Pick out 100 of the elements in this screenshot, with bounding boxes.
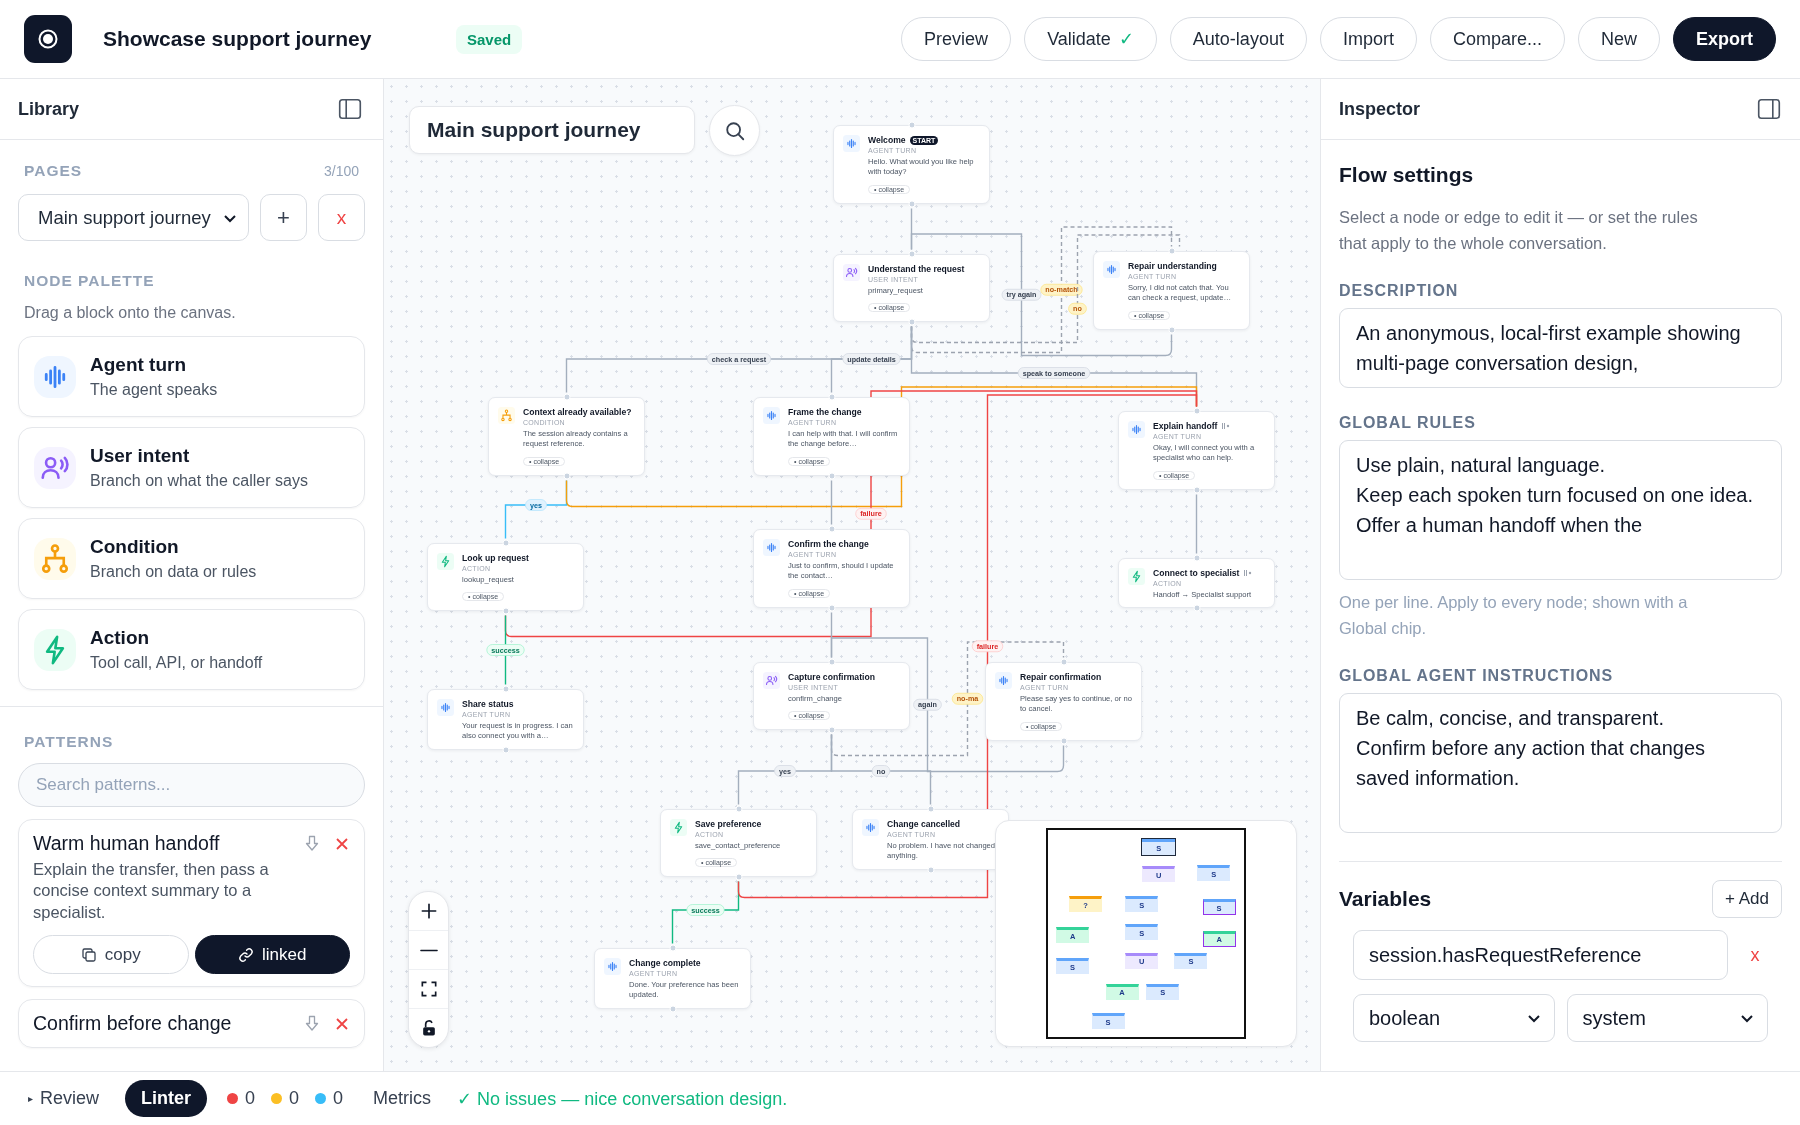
- link-toggle[interactable]: linked: [194, 935, 350, 975]
- sidebar-toggle-icon[interactable]: [1756, 96, 1782, 122]
- block-title: Condition: [90, 536, 180, 558]
- toolbar-button[interactable]: New: [1577, 17, 1660, 61]
- copy-icon: [80, 946, 97, 963]
- connection-port[interactable]: [828, 525, 835, 533]
- waveform-icon: [843, 135, 860, 152]
- metrics-tab[interactable]: Metrics: [367, 1088, 438, 1109]
- toolbar-button[interactable]: Preview: [901, 17, 1012, 61]
- pattern-description: Explain the transfer, then pass a concise context summary to a specialist.: [33, 859, 270, 923]
- connection-port[interactable]: [1193, 486, 1200, 494]
- linter-tab[interactable]: Linter: [125, 1080, 208, 1117]
- palette-block[interactable]: Action Tool call, API, or handoff: [18, 609, 365, 690]
- waveform-icon: [763, 407, 780, 424]
- page-count: 3/100: [323, 163, 359, 179]
- connection-port[interactable]: [502, 746, 509, 754]
- palette-block[interactable]: Condition Branch on data or rules: [18, 518, 365, 599]
- person-waves-icon: [843, 264, 860, 281]
- palette-hint: Drag a block onto the canvas.: [24, 304, 237, 322]
- logo-icon: [24, 15, 72, 63]
- connection-port[interactable]: [1168, 326, 1175, 334]
- connection-port[interactable]: [927, 866, 934, 874]
- connection-port[interactable]: [735, 805, 742, 813]
- connection-port[interactable]: [502, 607, 509, 615]
- toolbar-button[interactable]: Auto-layout: [1169, 17, 1307, 61]
- bolt-icon: [34, 628, 76, 671]
- connection-port[interactable]: [908, 200, 915, 208]
- connection-port[interactable]: [502, 685, 509, 693]
- toolbar-button[interactable]: Import: [1319, 17, 1417, 61]
- delete-page-button[interactable]: x: [318, 194, 365, 241]
- connection-port[interactable]: [563, 393, 570, 401]
- toolbar-button[interactable]: Compare...: [1429, 17, 1565, 61]
- branch-icon: [498, 407, 515, 424]
- connection-port[interactable]: [669, 1005, 676, 1013]
- connection-port[interactable]: [1193, 604, 1200, 612]
- review-toggle[interactable]: ▸ Review: [22, 1088, 106, 1109]
- person-waves-icon: [763, 672, 780, 689]
- page-select[interactable]: Main support journey: [18, 194, 249, 241]
- panel-title: Inspector: [1339, 98, 1421, 120]
- search-button[interactable]: [709, 105, 760, 156]
- bolt-icon: [670, 819, 687, 836]
- pattern-title: Warm human handoff: [33, 832, 221, 855]
- person-waves-icon: [34, 446, 76, 489]
- connection-port[interactable]: [1193, 554, 1200, 562]
- connection-port[interactable]: [1168, 247, 1175, 255]
- close-icon[interactable]: [334, 1015, 350, 1032]
- block-subtitle: Branch on what the caller says: [90, 472, 308, 490]
- scope-select[interactable]: system: [1566, 994, 1768, 1043]
- add-variable-button[interactable]: + Add: [1712, 880, 1782, 919]
- block-title: User intent: [90, 445, 191, 467]
- edge-connector[interactable]: [1195, 493, 1198, 555]
- edge-connector[interactable]: [830, 479, 833, 526]
- close-icon[interactable]: [334, 835, 350, 852]
- connection-port[interactable]: [1193, 407, 1200, 415]
- node-title: Frame the change: [788, 407, 862, 417]
- connection-port[interactable]: [669, 944, 676, 952]
- type-select[interactable]: boolean: [1353, 994, 1555, 1043]
- add-page-button[interactable]: +: [260, 194, 307, 241]
- connection-port[interactable]: [828, 726, 835, 734]
- connection-port[interactable]: [828, 393, 835, 401]
- page-title-field[interactable]: Main support journey: [409, 106, 695, 154]
- block-subtitle: Branch on data or rules: [90, 563, 257, 581]
- variable-name-field[interactable]: session.hasRequestReference: [1353, 930, 1728, 981]
- connection-port[interactable]: [828, 472, 835, 480]
- connection-port[interactable]: [828, 604, 835, 612]
- issue-count: 0: [289, 1088, 300, 1109]
- saved-status: Saved: [456, 24, 523, 54]
- text-area[interactable]: Be calm, concise, and transparent. Confirm before any action that changes saved information.: [1339, 693, 1782, 834]
- section-heading: PAGES: [24, 162, 83, 180]
- text-area[interactable]: Use plain, natural language. Keep each spoken turn focused on one idea. Offer a human handoff when the: [1339, 440, 1782, 581]
- palette-block[interactable]: Agent turn The agent speaks: [18, 336, 365, 417]
- node-title: Share status: [462, 699, 514, 709]
- connection-port[interactable]: [908, 318, 915, 326]
- search-field[interactable]: Search patterns...: [18, 763, 365, 807]
- palette-block[interactable]: User intent Branch on what the caller says: [18, 427, 365, 508]
- copy-button[interactable]: copy: [33, 935, 189, 975]
- connection-port[interactable]: [502, 539, 509, 547]
- bolt-icon: [1128, 568, 1145, 585]
- connection-port[interactable]: [1060, 737, 1067, 745]
- arrow-down-icon[interactable]: [304, 834, 320, 853]
- arrow-down-icon[interactable]: [304, 1014, 320, 1033]
- block-subtitle: Tool call, API, or handoff: [90, 654, 263, 672]
- text-area[interactable]: An anonymous, local-first example showing multi-page conversation design,: [1339, 308, 1782, 389]
- connection-port[interactable]: [1060, 658, 1067, 666]
- node-title: Change complete: [629, 958, 701, 968]
- connection-port[interactable]: [908, 121, 915, 129]
- connection-port[interactable]: [563, 472, 570, 480]
- node-title: Welcome: [868, 135, 906, 145]
- connection-port[interactable]: [908, 250, 915, 258]
- connection-port[interactable]: [735, 873, 742, 881]
- toolbar-button[interactable]: Validate ✓: [1024, 17, 1157, 61]
- block-title: Agent turn: [90, 354, 188, 376]
- sidebar-toggle-icon[interactable]: [337, 96, 363, 122]
- toolbar-button[interactable]: Export: [1673, 17, 1776, 61]
- section-heading: PATTERNS: [24, 733, 115, 751]
- connection-port[interactable]: [828, 658, 835, 666]
- connection-port[interactable]: [927, 805, 934, 813]
- waveform-icon: [763, 539, 780, 556]
- remove-variable-button[interactable]: x: [1742, 944, 1768, 966]
- waveform-icon: [862, 819, 879, 836]
